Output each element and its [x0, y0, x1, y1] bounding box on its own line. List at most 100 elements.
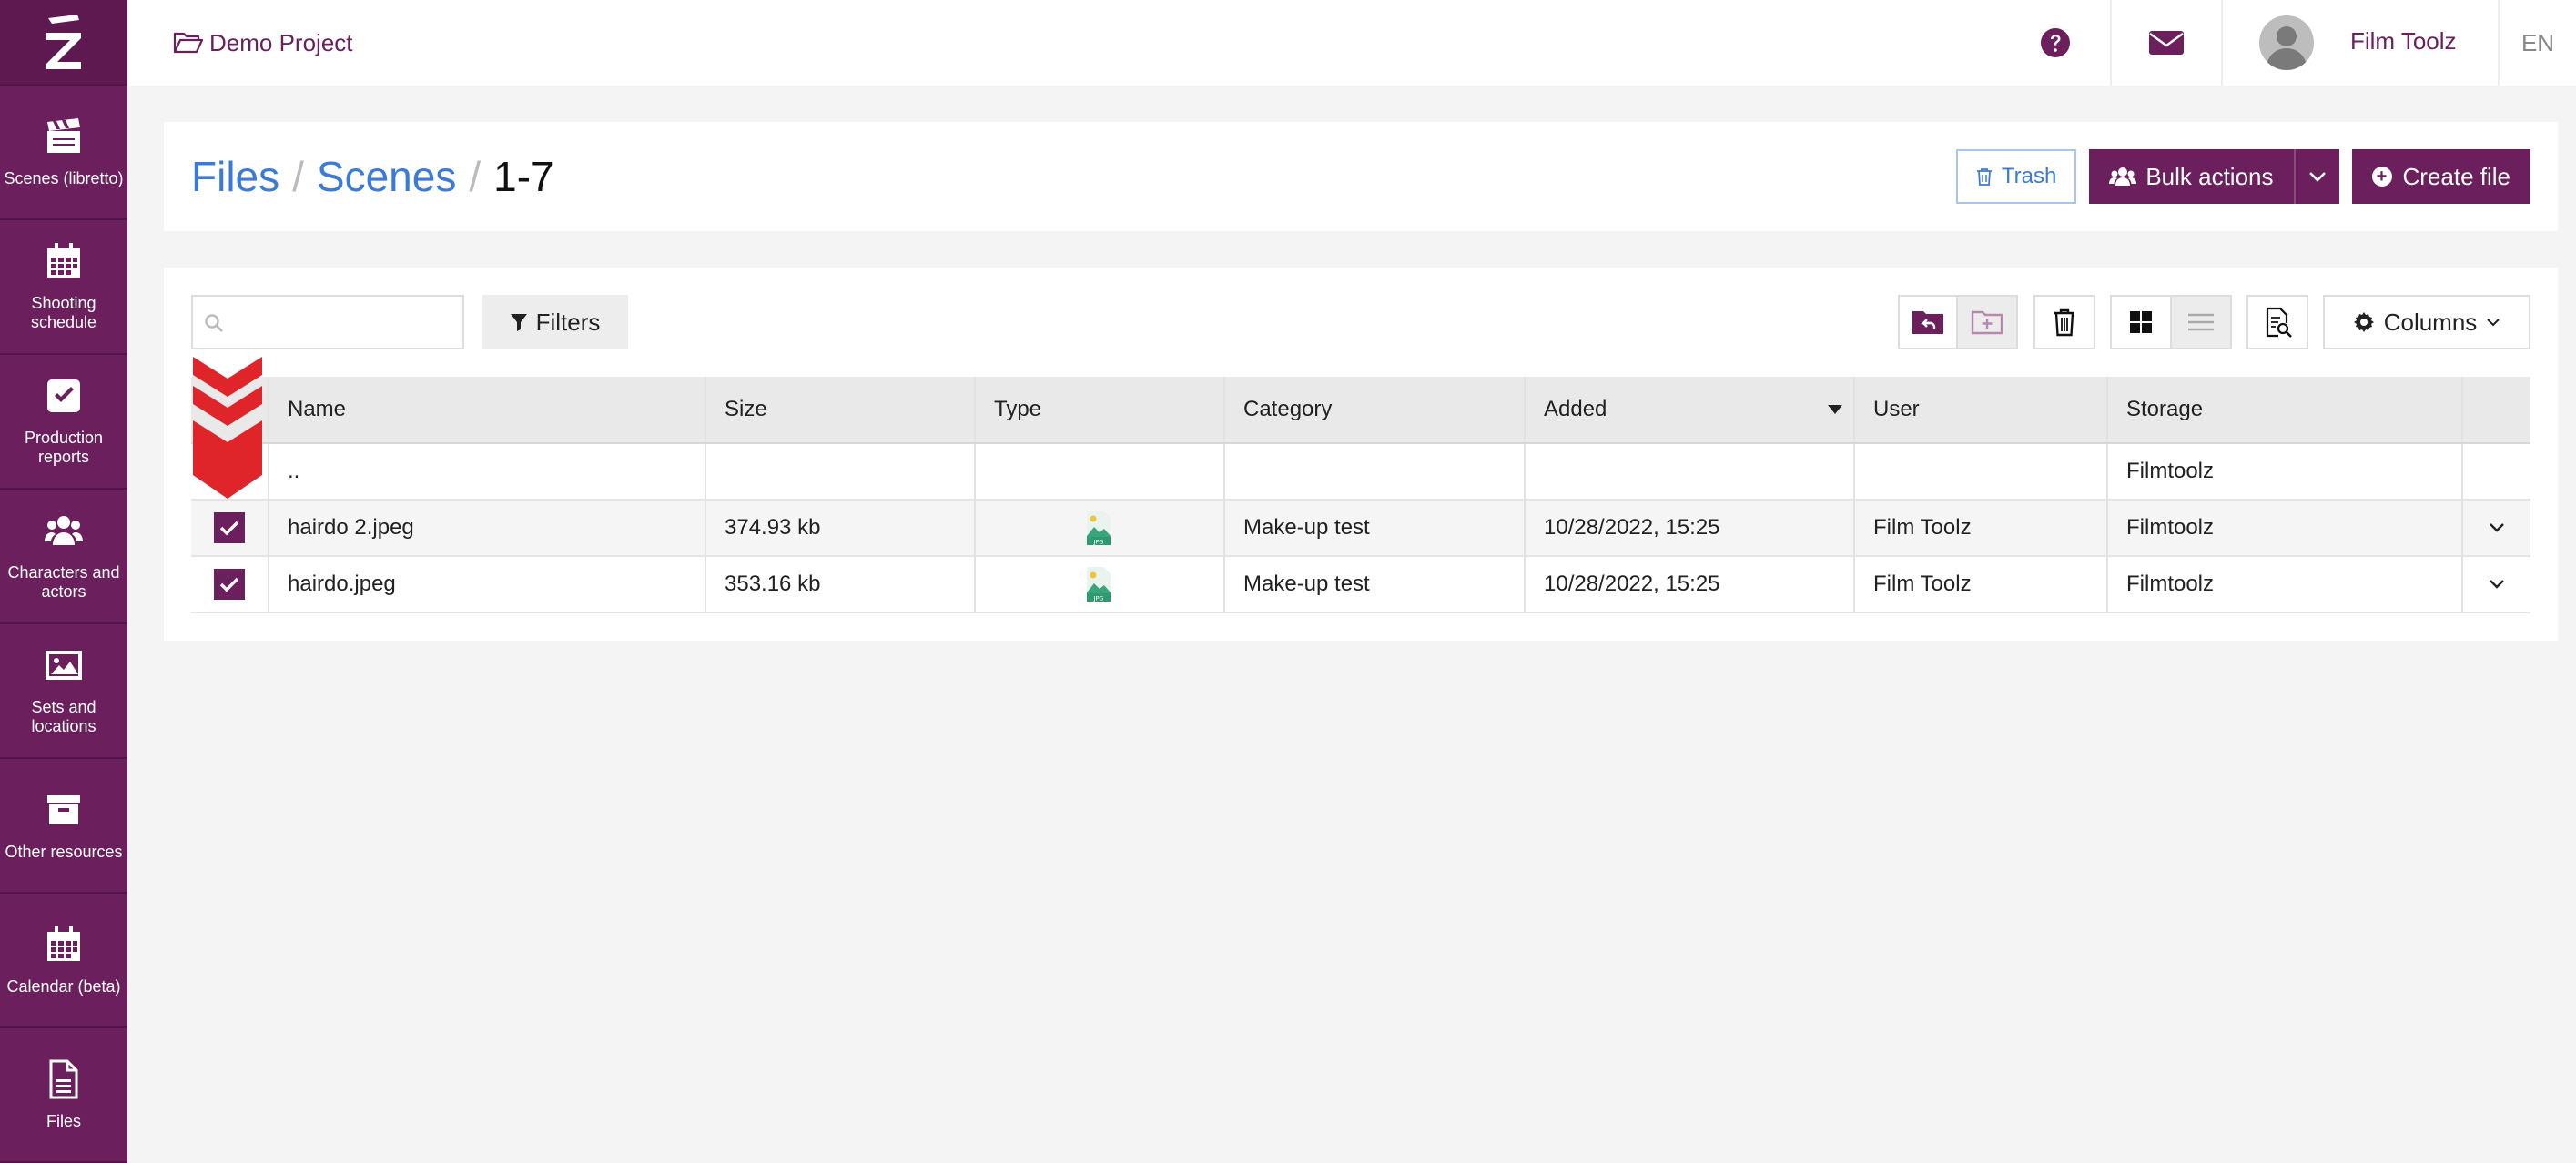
cell-type: JPG [976, 557, 1225, 612]
chevron-down-icon [2487, 319, 2500, 327]
cell-category: Make-up test [1225, 557, 1526, 612]
sidebar-item-label: Sets and locations [31, 698, 96, 735]
folder-open-icon [173, 32, 204, 54]
plus-circle-icon: + [2371, 167, 2392, 187]
column-header-type[interactable]: Type [976, 377, 1225, 442]
logo-icon [46, 15, 81, 69]
sidebar-item-label: Calendar (beta) [6, 976, 121, 996]
grid-icon [2130, 311, 2152, 333]
image-icon [44, 645, 84, 685]
column-header-user[interactable]: User [1855, 377, 2108, 442]
sidebar-item-other-resources[interactable]: Other resources [0, 759, 127, 894]
columns-label: Columns [2383, 308, 2478, 336]
sidebar-item-calendar[interactable]: Calendar (beta) [0, 894, 127, 1028]
row-checkbox[interactable] [214, 512, 245, 543]
trash-button[interactable]: Trash [1955, 149, 2077, 204]
cell-size: 374.93 kb [706, 501, 976, 555]
filter-icon [510, 314, 527, 331]
cell-size: 353.16 kb [706, 557, 976, 612]
sidebar-item-production-reports[interactable]: Production reports [0, 355, 127, 490]
breadcrumb-scenes[interactable]: Scenes [317, 152, 456, 201]
search-box [191, 295, 464, 349]
file-icon [44, 1059, 84, 1099]
bulk-actions-button[interactable]: Bulk actions [2089, 149, 2294, 204]
cell-storage: Filmtoolz [2108, 444, 2463, 499]
cell-name[interactable]: hairdo 2.jpeg [269, 501, 706, 555]
list-view-button[interactable] [2170, 295, 2232, 349]
columns-button[interactable]: Columns [2323, 295, 2530, 349]
gear-icon [2353, 312, 2374, 332]
folder-plus-icon [1971, 310, 2003, 335]
files-panel: Filters Columns Name Size Type Category … [164, 268, 2558, 641]
row-select [191, 557, 269, 612]
bulk-actions-dropdown-toggle[interactable] [2293, 149, 2339, 204]
messages-button[interactable] [2110, 0, 2221, 86]
column-header-category[interactable]: Category [1225, 377, 1526, 442]
column-header-added[interactable]: Added [1526, 377, 1855, 442]
sidebar-item-sets-locations[interactable]: Sets and locations [0, 624, 127, 759]
cell-actions [2463, 444, 2530, 499]
help-button[interactable] [2001, 0, 2110, 86]
cell-type: JPG [976, 501, 1225, 555]
search-icon [205, 314, 223, 332]
new-folder-button[interactable] [1956, 295, 2018, 349]
grid-view-button[interactable] [2110, 295, 2172, 349]
check-icon [219, 577, 239, 592]
row-expand-button[interactable] [2463, 557, 2530, 612]
user-name: Film Toolz [2350, 26, 2457, 55]
filters-button[interactable]: Filters [482, 295, 628, 349]
archive-icon [44, 790, 84, 830]
cell-added [1526, 444, 1855, 499]
chevron-down-icon [2490, 580, 2504, 589]
column-header-storage[interactable]: Storage [2108, 377, 2463, 442]
annotation-arrow-icon [193, 357, 262, 499]
sidebar-item-label: Production reports [24, 429, 104, 466]
jpg-file-icon: JPG [1087, 567, 1111, 602]
column-header-size[interactable]: Size [706, 377, 976, 442]
table-header: Name Size Type Category Added User Stora… [191, 377, 2530, 444]
cell-name[interactable]: hairdo.jpeg [269, 557, 706, 612]
column-header-name[interactable]: Name [269, 377, 706, 442]
bulk-actions-label: Bulk actions [2145, 162, 2274, 190]
cell-added: 10/28/2022, 15:25 [1526, 557, 1855, 612]
table-row[interactable]: hairdo 2.jpeg 374.93 kb JPG Make-up test… [191, 501, 2530, 557]
cell-user [1855, 444, 2108, 499]
preview-button[interactable] [2246, 295, 2308, 349]
table-row[interactable]: hairdo.jpeg 353.16 kb JPG Make-up test 1… [191, 557, 2530, 613]
row-checkbox[interactable] [214, 569, 245, 600]
sidebar-item-scenes[interactable]: Scenes (libretto) [0, 86, 127, 220]
move-up-folder-button[interactable] [1898, 295, 1958, 349]
cell-name[interactable]: .. [269, 444, 706, 499]
table-row-parent[interactable]: .. Filmtoolz [191, 444, 2530, 501]
project-selector[interactable]: Demo Project [173, 29, 353, 57]
column-header-added-label: Added [1544, 397, 1607, 421]
envelope-icon [2149, 31, 2184, 55]
files-table: Name Size Type Category Added User Stora… [191, 377, 2530, 613]
sidebar-item-files[interactable]: Files [0, 1028, 127, 1163]
jpg-file-icon: JPG [1087, 511, 1111, 546]
cell-size [706, 444, 976, 499]
folder-back-icon [1912, 311, 1943, 334]
row-expand-button[interactable] [2463, 501, 2530, 555]
sidebar-item-characters-actors[interactable]: Characters and actors [0, 490, 127, 624]
search-input[interactable] [193, 297, 462, 348]
filters-label: Filters [535, 308, 601, 336]
breadcrumb-files[interactable]: Files [191, 152, 279, 201]
language-selector[interactable]: EN [2498, 0, 2576, 86]
sidebar-item-label: Files [46, 1111, 81, 1130]
sidebar-item-shooting-schedule[interactable]: Shooting schedule [0, 220, 127, 355]
users-icon [44, 511, 84, 551]
cell-type [976, 444, 1225, 499]
cell-user: Film Toolz [1855, 557, 2108, 612]
file-search-icon [2266, 307, 2292, 338]
trash-icon [1976, 168, 1992, 186]
list-icon [2188, 313, 2214, 331]
user-menu[interactable]: Film Toolz [2221, 0, 2498, 86]
header-actions [2463, 377, 2530, 442]
delete-button[interactable] [2033, 295, 2095, 349]
create-file-button[interactable]: + Create file [2351, 149, 2530, 204]
chevron-down-icon [2308, 172, 2326, 182]
file-type-label: JPG [1093, 539, 1104, 546]
checkbox-icon [44, 376, 84, 416]
app-logo[interactable] [0, 0, 127, 86]
